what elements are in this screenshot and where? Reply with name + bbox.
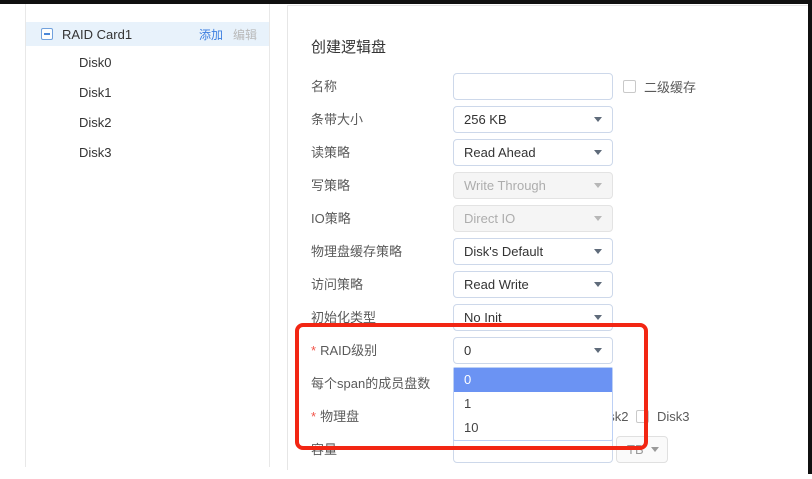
disk-cache-policy-label: 物理盘缓存策略 (311, 238, 402, 265)
raid-level-option-0[interactable]: 0 (454, 368, 612, 392)
raid-level-label: *RAID级别 (311, 337, 377, 364)
disk-cache-policy-select[interactable]: Disk's Default (453, 238, 613, 265)
raid-level-option-10[interactable]: 10 (454, 416, 612, 440)
tree-node-raid-card1[interactable]: RAID Card1 添加 编辑 (26, 22, 269, 46)
form-row-name: 名称 二级缓存 (288, 73, 808, 100)
physical-disk-label: *物理盘 (311, 403, 359, 430)
disk-option-disk3: Disk3 (636, 409, 697, 424)
form-row-read-policy: 读策略 Read Ahead (288, 139, 808, 166)
stripe-size-label: 条带大小 (311, 106, 363, 133)
form-row-access-policy: 访问策略 Read Write (288, 271, 808, 298)
read-policy-select[interactable]: Read Ahead (453, 139, 613, 166)
secondary-cache-checkbox[interactable] (623, 80, 636, 93)
io-policy-select: Direct IO (453, 205, 613, 232)
raid-level-dropdown-list: 0110 (453, 367, 613, 441)
disk3-checkbox-label: Disk3 (657, 409, 690, 424)
form-row-init-type: 初始化类型 No Init (288, 304, 808, 331)
init-type-select[interactable]: No Init (453, 304, 613, 331)
init-type-value: No Init (454, 310, 594, 325)
capacity-unit-select: TB (616, 436, 668, 463)
create-logical-disk-panel: 创建逻辑盘 名称 二级缓存条带大小 256 KB 读策略 Read Ahead 写策略 Wr… (287, 5, 808, 470)
access-policy-label: 访问策略 (311, 271, 363, 298)
raid-level-select[interactable]: 0 (453, 337, 613, 364)
read-policy-label: 读策略 (311, 139, 350, 166)
stripe-size-value: 256 KB (454, 112, 594, 127)
tree-node-disk1[interactable]: Disk1 (26, 78, 269, 108)
secondary-cache-option: 二级缓存 (623, 73, 696, 100)
form-row-io-policy: IO策略 Direct IO (288, 205, 808, 232)
write-policy-value: Write Through (454, 178, 594, 193)
form-row-disk-cache-policy: 物理盘缓存策略 Disk's Default (288, 238, 808, 265)
access-policy-value: Read Write (454, 277, 594, 292)
stripe-size-select[interactable]: 256 KB (453, 106, 613, 133)
chevron-down-icon (594, 282, 602, 287)
tree-node-disk2[interactable]: Disk2 (26, 108, 269, 138)
name-input[interactable] (453, 73, 613, 100)
secondary-cache-label: 二级缓存 (644, 77, 696, 96)
tree-node-disk3[interactable]: Disk3 (26, 138, 269, 168)
io-policy-value: Direct IO (454, 211, 594, 226)
access-policy-select[interactable]: Read Write (453, 271, 613, 298)
tree-root-label: RAID Card1 (62, 27, 132, 42)
raid-level-value: 0 (454, 343, 594, 358)
add-link[interactable]: 添加 (199, 26, 223, 43)
disk-cache-policy-value: Disk's Default (454, 244, 594, 259)
io-policy-label: IO策略 (311, 205, 351, 232)
chevron-down-icon (594, 249, 602, 254)
tree-node-disk0[interactable]: Disk0 (26, 48, 269, 78)
chevron-down-icon (594, 216, 602, 221)
required-asterisk: * (311, 343, 316, 358)
raid-level-option-1[interactable]: 1 (454, 392, 612, 416)
edit-link[interactable]: 编辑 (233, 26, 257, 43)
disk3-checkbox[interactable] (636, 410, 649, 423)
chevron-down-icon (594, 150, 602, 155)
raid-tree-panel: RAID Card1 添加 编辑 Disk0Disk1Disk2Disk3 (25, 4, 270, 467)
page-title: 创建逻辑盘 (311, 36, 386, 57)
window-bottom-edge (0, 0, 812, 4)
chevron-down-icon (651, 447, 659, 452)
disk-list: Disk0Disk1Disk2Disk3 (26, 48, 269, 168)
span-member-count-label: 每个span的成员盘数 (311, 370, 430, 397)
collapse-minus-icon[interactable] (41, 28, 53, 40)
tree-actions: 添加 编辑 (199, 26, 257, 43)
read-policy-value: Read Ahead (454, 145, 594, 160)
chevron-down-icon (594, 183, 602, 188)
form-row-stripe-size: 条带大小 256 KB (288, 106, 808, 133)
required-asterisk: * (311, 409, 316, 424)
write-policy-select: Write Through (453, 172, 613, 199)
name-label: 名称 (311, 73, 337, 100)
init-type-label: 初始化类型 (311, 304, 376, 331)
capacity-label: 容量 (311, 436, 337, 463)
chevron-down-icon (594, 117, 602, 122)
chevron-down-icon (594, 348, 602, 353)
capacity-unit-value: TB (617, 442, 651, 457)
write-policy-label: 写策略 (311, 172, 350, 199)
form-row-raid-level: *RAID级别 0 (288, 337, 808, 364)
form-row-write-policy: 写策略 Write Through (288, 172, 808, 199)
window-right-edge (808, 0, 812, 474)
chevron-down-icon (594, 315, 602, 320)
